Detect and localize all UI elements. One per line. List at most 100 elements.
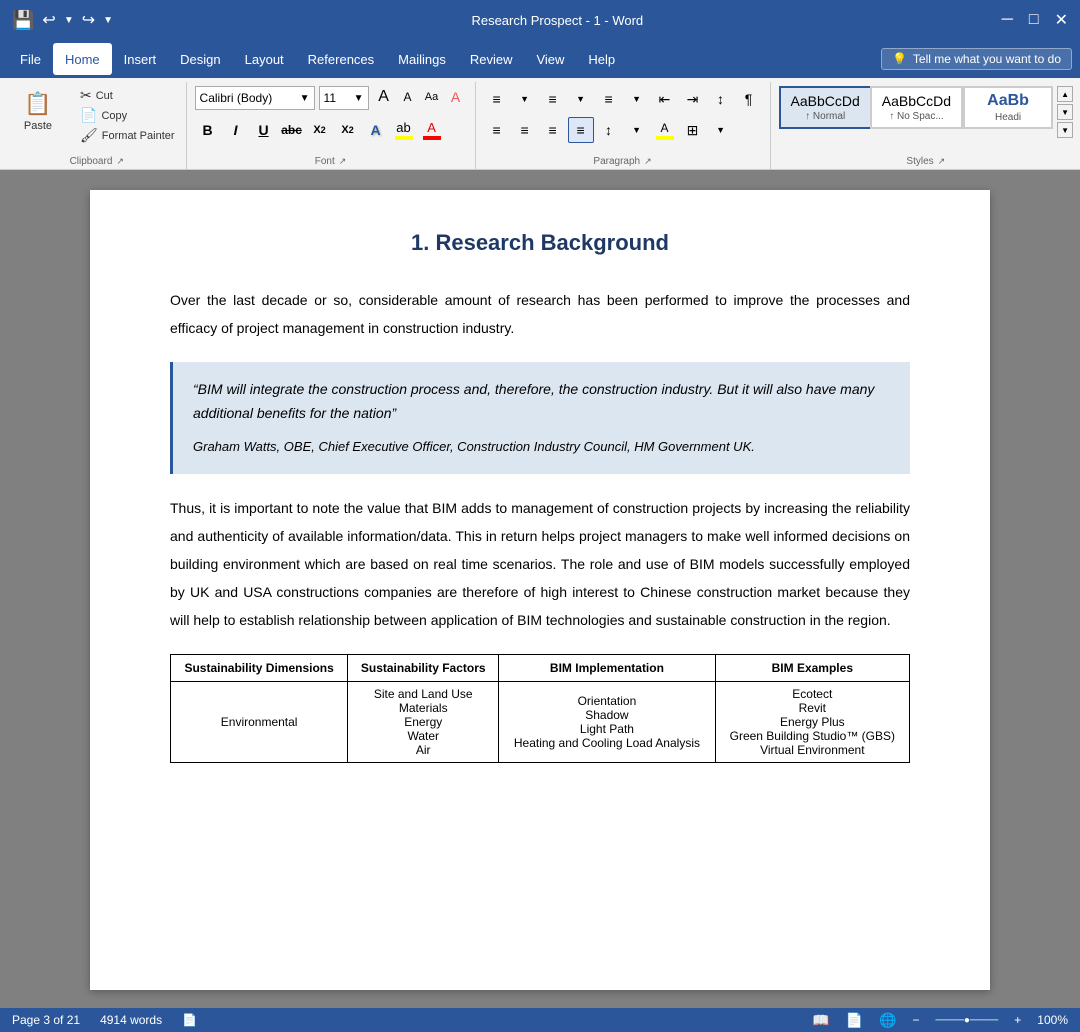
- view-read-icon[interactable]: 📖: [812, 1012, 829, 1029]
- styles-scroll-down[interactable]: ▼: [1057, 104, 1073, 120]
- sustainability-table: Sustainability Dimensions Sustainability…: [170, 654, 910, 763]
- change-case-button[interactable]: Aa: [421, 86, 443, 108]
- show-formatting-button[interactable]: ¶: [736, 86, 762, 112]
- paragraph-1: Over the last decade or so, considerable…: [170, 286, 910, 342]
- bold-button[interactable]: B: [195, 117, 221, 143]
- lightbulb-icon: 💡: [892, 52, 907, 66]
- paste-button[interactable]: 📋 Paste: [16, 86, 60, 134]
- para-align-row: ≡ ≡ ≡ ≡ ↕ ▼ A ⊞ ▼: [484, 117, 734, 143]
- font-size-select[interactable]: 11 ▼: [319, 86, 369, 110]
- styles-expand-icon[interactable]: ↗: [938, 156, 946, 167]
- paragraph-group: ≡ ▼ ≡ ▼ ≡ ▼ ⇤ ⇥ ↕ ¶ ≡ ≡ ≡ ≡ ↕ ▼ A: [476, 82, 771, 169]
- numbering-dropdown[interactable]: ▼: [568, 86, 594, 112]
- italic-button[interactable]: I: [223, 117, 249, 143]
- font-content: Calibri (Body) ▼ 11 ▼ A A Aa A B I U ab: [195, 82, 467, 156]
- title-bar: 💾 ↩ ▼ ↪ ▼ Research Prospect - 1 - Word ─…: [0, 0, 1080, 40]
- increase-indent-button[interactable]: ⇥: [680, 86, 706, 112]
- block-quote: “BIM will integrate the construction pro…: [170, 362, 910, 474]
- minimize-button[interactable]: ─: [1002, 11, 1013, 29]
- clipboard-content: 📋 Paste ✂ Cut 📄 Copy 🖌 Format Painter: [16, 82, 178, 156]
- table-header-dimensions: Sustainability Dimensions: [171, 654, 348, 681]
- shading-button[interactable]: A: [652, 117, 678, 143]
- superscript-button[interactable]: X2: [335, 117, 361, 143]
- underline-button[interactable]: U: [251, 117, 277, 143]
- align-left-button[interactable]: ≡: [484, 117, 510, 143]
- page-info: Page 3 of 21: [12, 1013, 80, 1027]
- quick-access-dropdown[interactable]: ▼: [103, 15, 113, 26]
- text-effects-button[interactable]: A: [363, 117, 389, 143]
- decrease-font-button[interactable]: A: [397, 86, 419, 108]
- justify-button[interactable]: ≡: [568, 117, 594, 143]
- font-resize-row: A A Aa A: [373, 86, 467, 108]
- font-color-button[interactable]: A: [419, 117, 445, 143]
- copy-button[interactable]: 📄 Copy: [77, 106, 178, 125]
- view-web-icon[interactable]: 🌐: [879, 1012, 896, 1029]
- borders-dropdown[interactable]: ▼: [708, 117, 734, 143]
- undo-icon[interactable]: ↩: [42, 10, 55, 30]
- zoom-out-icon[interactable]: −: [913, 1013, 920, 1027]
- cut-button[interactable]: ✂ Cut: [77, 86, 178, 105]
- style-nospace-card[interactable]: AaBbCcDd ↑ No Spac...: [870, 86, 963, 129]
- zoom-in-icon[interactable]: +: [1014, 1013, 1021, 1027]
- menu-design[interactable]: Design: [168, 43, 232, 75]
- quote-source: Graham Watts, OBE, Chief Executive Offic…: [193, 436, 890, 458]
- style-heading-card[interactable]: AaBb Headi: [963, 86, 1053, 129]
- multilevel-list-button[interactable]: ≡: [596, 86, 622, 112]
- decrease-indent-button[interactable]: ⇤: [652, 86, 678, 112]
- close-button[interactable]: ✕: [1055, 10, 1068, 30]
- table-header-bim-ex: BIM Examples: [715, 654, 909, 681]
- maximize-button[interactable]: □: [1029, 11, 1039, 29]
- align-center-button[interactable]: ≡: [512, 117, 538, 143]
- menu-help[interactable]: Help: [576, 43, 627, 75]
- style-normal-card[interactable]: AaBbCcDd ↑ Normal: [779, 86, 870, 129]
- subscript-button[interactable]: X2: [307, 117, 333, 143]
- styles-group: AaBbCcDd ↑ Normal AaBbCcDd ↑ No Spac... …: [771, 82, 1080, 169]
- bullets-dropdown[interactable]: ▼: [512, 86, 538, 112]
- styles-expand[interactable]: ▼: [1057, 122, 1073, 138]
- font-color-bar: [423, 136, 441, 140]
- clear-format-button[interactable]: A: [445, 86, 467, 108]
- menu-home[interactable]: Home: [53, 43, 112, 75]
- numbering-button[interactable]: ≡: [540, 86, 566, 112]
- sort-button[interactable]: ↕: [708, 86, 734, 112]
- menu-references[interactable]: References: [296, 43, 386, 75]
- style-normal-preview: AaBbCcDd: [791, 93, 860, 109]
- strikethrough-button[interactable]: abc: [279, 117, 305, 143]
- format-buttons-row: B I U abc X2 X2 A ab A: [195, 117, 445, 143]
- menu-mailings[interactable]: Mailings: [386, 43, 458, 75]
- window-controls: ─ □ ✕: [1002, 10, 1068, 30]
- paragraph-expand-icon[interactable]: ↗: [644, 156, 652, 167]
- align-right-button[interactable]: ≡: [540, 117, 566, 143]
- font-name-select[interactable]: Calibri (Body) ▼: [195, 86, 315, 110]
- para-list-row: ≡ ▼ ≡ ▼ ≡ ▼ ⇤ ⇥ ↕ ¶: [484, 86, 762, 112]
- font-expand-icon[interactable]: ↗: [339, 156, 347, 167]
- menu-insert[interactable]: Insert: [112, 43, 169, 75]
- borders-button[interactable]: ⊞: [680, 117, 706, 143]
- styles-scroll-up[interactable]: ▲: [1057, 86, 1073, 102]
- menu-review[interactable]: Review: [458, 43, 525, 75]
- redo-icon[interactable]: ↪: [82, 10, 95, 30]
- menu-view[interactable]: View: [524, 43, 576, 75]
- menu-file[interactable]: File: [8, 43, 53, 75]
- save-icon[interactable]: 💾: [12, 10, 34, 31]
- menu-layout[interactable]: Layout: [233, 43, 296, 75]
- view-layout-icon[interactable]: 📄: [846, 1012, 863, 1029]
- styles-content: AaBbCcDd ↑ Normal AaBbCcDd ↑ No Spac... …: [779, 82, 1074, 156]
- multilevel-dropdown[interactable]: ▼: [624, 86, 650, 112]
- paste-icon: 📋: [22, 88, 54, 120]
- line-spacing-button[interactable]: ↕: [596, 117, 622, 143]
- tell-me-box[interactable]: 💡 Tell me what you want to do: [881, 48, 1072, 70]
- paste-label: Paste: [24, 120, 52, 132]
- styles-scroll-buttons: ▲ ▼ ▼: [1057, 86, 1073, 138]
- font-name-chevron: ▼: [300, 93, 310, 104]
- line-spacing-dropdown[interactable]: ▼: [624, 117, 650, 143]
- clipboard-expand-icon[interactable]: ↗: [116, 156, 124, 167]
- table-cell-impl: OrientationShadowLight PathHeating and C…: [499, 681, 715, 762]
- highlight-color-button[interactable]: ab: [391, 117, 417, 143]
- increase-font-button[interactable]: A: [373, 86, 395, 108]
- bullets-button[interactable]: ≡: [484, 86, 510, 112]
- undo-dropdown-icon[interactable]: ▼: [64, 15, 74, 26]
- format-painter-button[interactable]: 🖌 Format Painter: [77, 126, 178, 145]
- cut-label: Cut: [96, 90, 113, 102]
- zoom-slider[interactable]: ────●────: [936, 1015, 999, 1026]
